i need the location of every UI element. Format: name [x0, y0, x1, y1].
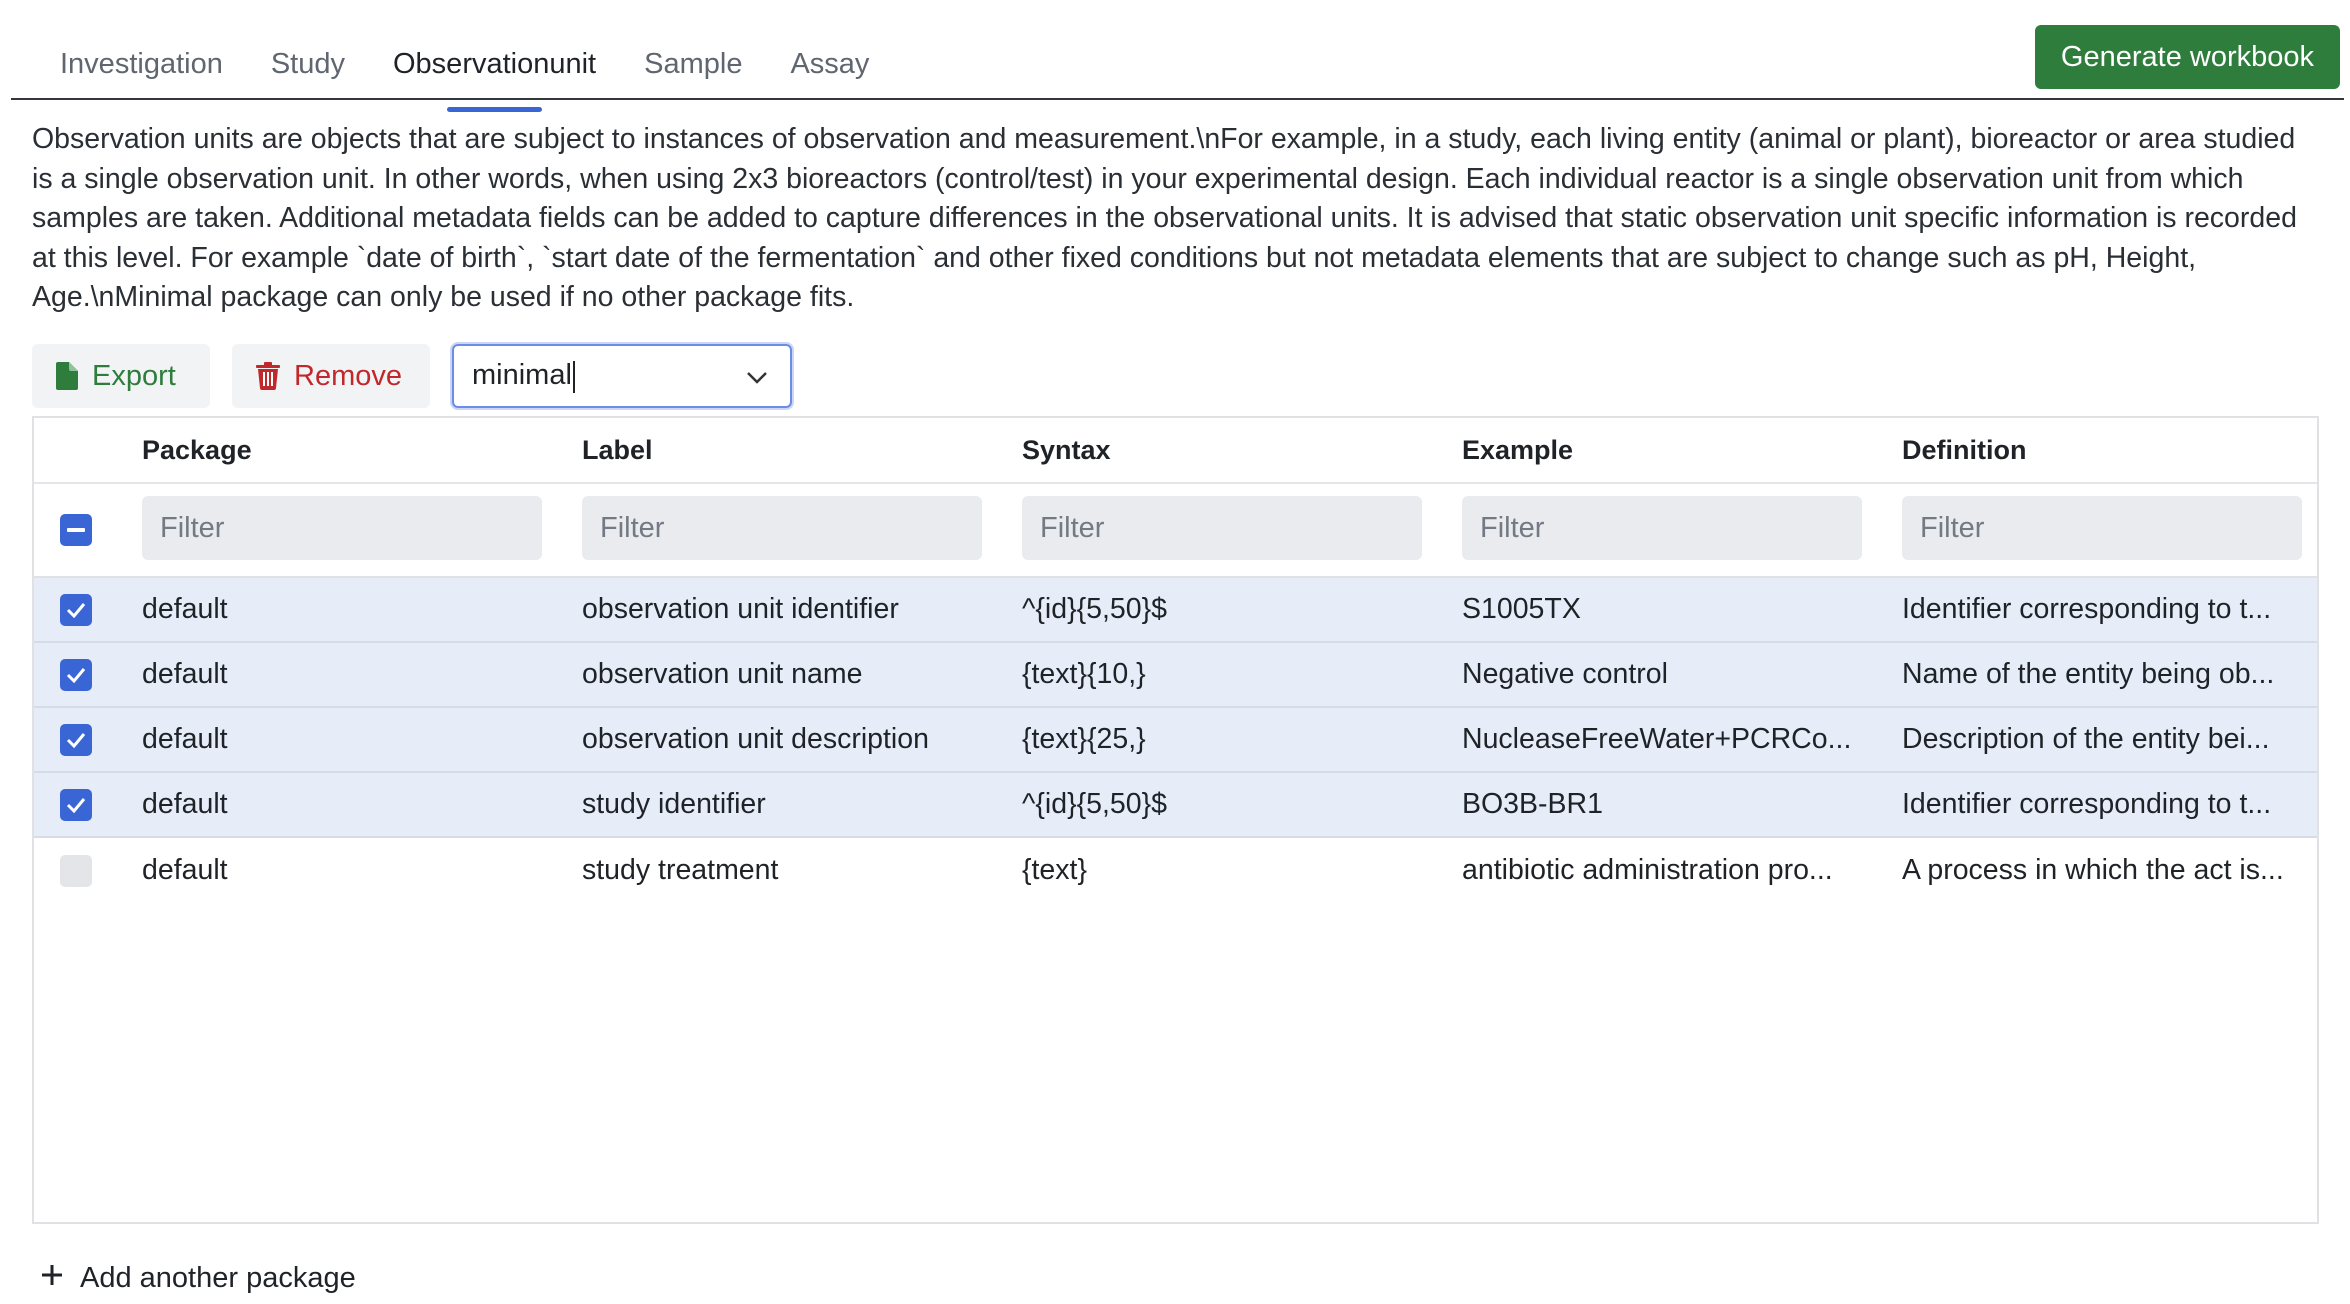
generate-workbook-button[interactable]: Generate workbook — [2034, 25, 2340, 89]
cell-example: antibiotic administration pro... — [1462, 854, 1833, 886]
add-package-button[interactable]: Add another package — [40, 1262, 356, 1295]
cell-example: S1005TX — [1462, 593, 1581, 625]
fields-table: Package Label Syntax Example Definition … — [32, 416, 2319, 1224]
filter-row: Filter Filter Filter Filter Filter — [34, 484, 2317, 578]
cell-example: NucleaseFreeWater+PCRCo... — [1462, 723, 1852, 755]
table-toolbar: Export Remove minimal — [32, 344, 792, 408]
cell-package: default — [142, 723, 228, 755]
package-select-value: minimal — [472, 359, 575, 392]
cell-label: observation unit description — [582, 723, 929, 755]
cell-package: default — [142, 854, 228, 886]
header-package[interactable]: Package — [142, 435, 542, 466]
row-checkbox[interactable] — [60, 658, 92, 691]
filter-syntax-input[interactable]: Filter — [1022, 496, 1422, 560]
cell-syntax: ^{id}{5,50}$ — [1022, 593, 1167, 625]
chevron-down-icon — [746, 360, 768, 393]
cell-definition: Identifier corresponding to t... — [1902, 593, 2272, 625]
cell-syntax: {text}{25,} — [1022, 723, 1146, 755]
cell-example: Negative control — [1462, 658, 1668, 690]
filter-package-input[interactable]: Filter — [142, 496, 542, 560]
remove-label: Remove — [294, 359, 402, 392]
cell-label: study identifier — [582, 788, 766, 820]
filter-example-input[interactable]: Filter — [1462, 496, 1862, 560]
tabs: Investigation Study Observationunit Samp… — [60, 34, 893, 112]
cell-syntax: {text}{10,} — [1022, 658, 1146, 690]
cell-package: default — [142, 788, 228, 820]
row-checkbox[interactable] — [60, 593, 92, 626]
cell-label: study treatment — [582, 854, 779, 886]
tab-sample[interactable]: Sample — [620, 34, 766, 94]
add-package-label: Add another package — [80, 1262, 356, 1294]
table-row[interactable]: default study treatment {text} antibioti… — [34, 838, 2317, 903]
tab-investigation[interactable]: Investigation — [60, 34, 247, 94]
section-description: Observation units are objects that are s… — [32, 123, 2297, 313]
row-checkbox[interactable] — [60, 854, 92, 887]
cell-label: observation unit name — [582, 658, 863, 690]
filter-label-input[interactable]: Filter — [582, 496, 982, 560]
tab-observationunit[interactable]: Observationunit — [369, 34, 620, 112]
header-example[interactable]: Example — [1462, 435, 1862, 466]
filter-definition-input[interactable]: Filter — [1902, 496, 2302, 560]
header-definition[interactable]: Definition — [1902, 435, 2292, 466]
cell-package: default — [142, 593, 228, 625]
cell-package: default — [142, 658, 228, 690]
cell-definition: A process in which the act is... — [1902, 854, 2284, 886]
export-button[interactable]: Export — [32, 344, 210, 408]
trash-icon — [256, 362, 280, 390]
cell-syntax: {text} — [1022, 854, 1087, 886]
tab-bar: Investigation Study Observationunit Samp… — [11, 0, 2344, 112]
cell-definition: Name of the entity being ob... — [1902, 658, 2275, 690]
table-row[interactable]: default observation unit description {te… — [34, 708, 2317, 773]
remove-button[interactable]: Remove — [232, 344, 430, 408]
tab-study[interactable]: Study — [247, 34, 369, 94]
file-icon — [56, 362, 78, 390]
table-row[interactable]: default observation unit name {text}{10,… — [34, 643, 2317, 708]
row-checkbox[interactable] — [60, 788, 92, 821]
export-label: Export — [92, 359, 176, 392]
cell-definition: Description of the entity bei... — [1902, 723, 2270, 755]
cell-syntax: ^{id}{5,50}$ — [1022, 788, 1167, 820]
package-select[interactable]: minimal — [452, 344, 792, 408]
table-header: Package Label Syntax Example Definition — [34, 418, 2317, 484]
table-row[interactable]: default observation unit identifier ^{id… — [34, 578, 2317, 643]
cell-label: observation unit identifier — [582, 593, 899, 625]
cell-definition: Identifier corresponding to t... — [1902, 788, 2272, 820]
select-all-checkbox[interactable] — [60, 514, 92, 546]
row-checkbox[interactable] — [60, 723, 92, 756]
cell-example: BO3B-BR1 — [1462, 788, 1603, 820]
plus-icon — [40, 1262, 64, 1295]
header-label[interactable]: Label — [582, 435, 982, 466]
header-syntax[interactable]: Syntax — [1022, 435, 1422, 466]
table-row[interactable]: default study identifier ^{id}{5,50}$ BO… — [34, 773, 2317, 838]
tab-assay[interactable]: Assay — [766, 34, 893, 94]
